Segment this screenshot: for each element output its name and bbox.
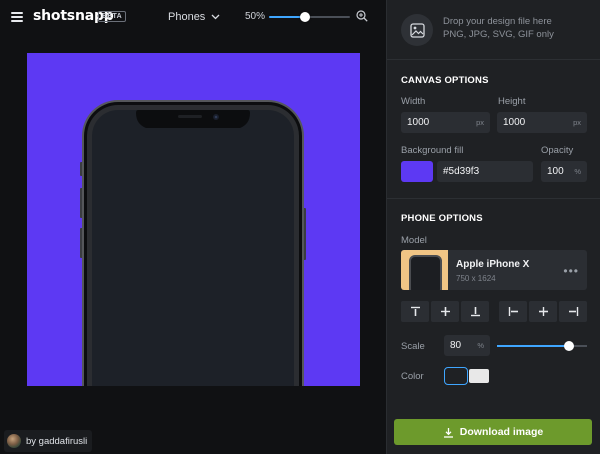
download-icon	[443, 427, 453, 438]
width-unit: px	[476, 118, 484, 127]
phone-model-selector[interactable]: Apple iPhone X 750 x 1624 •••	[401, 250, 587, 290]
align-middle-icon[interactable]	[431, 301, 459, 322]
download-button-label: Download image	[459, 426, 544, 438]
width-value: 1000	[407, 117, 430, 128]
download-button[interactable]: Download image	[394, 419, 592, 445]
align-top-icon[interactable]	[401, 301, 429, 322]
drop-zone-text: Drop your design file here PNG, JPG, SVG…	[443, 15, 554, 41]
zoom-in-icon[interactable]	[356, 10, 368, 22]
scale-label: Scale	[401, 341, 425, 352]
width-label: Width	[401, 96, 426, 107]
zoom-slider-handle[interactable]	[300, 12, 311, 22]
color-label: Color	[401, 371, 424, 382]
scale-slider-handle[interactable]	[564, 341, 574, 351]
chevron-down-icon	[211, 14, 220, 20]
opacity-unit: %	[574, 167, 581, 176]
menu-icon[interactable]	[11, 12, 23, 22]
top-toolbar: shotsnapp BETA Phones 50%	[0, 0, 386, 34]
phone-model-resolution: 750 x 1624	[456, 274, 496, 283]
opacity-value: 100	[547, 166, 564, 177]
width-input[interactable]: 1000 px	[401, 112, 490, 133]
design-canvas[interactable]	[27, 53, 360, 386]
canvas-options-title: CANVAS OPTIONS	[401, 75, 489, 86]
opacity-label: Opacity	[541, 145, 574, 156]
zoom-slider[interactable]	[269, 12, 350, 22]
device-category-dropdown[interactable]: Phones	[168, 11, 220, 23]
background-fill-label: Background fill	[401, 145, 464, 156]
model-label: Model	[401, 235, 427, 246]
background-color-value: #5d39f3	[443, 166, 480, 177]
image-icon	[401, 14, 433, 46]
align-right-icon[interactable]	[559, 301, 587, 322]
background-color-swatch[interactable]	[401, 161, 433, 182]
author-credit[interactable]: by gaddafirusli	[4, 430, 93, 452]
horizontal-align-group	[499, 301, 587, 322]
zoom-level-label: 50%	[245, 11, 266, 22]
section-divider	[387, 198, 600, 199]
device-category-label: Phones	[168, 11, 206, 23]
more-icon[interactable]: •••	[563, 264, 579, 278]
phone-model-name: Apple iPhone X	[456, 259, 530, 270]
scale-input[interactable]: 80 %	[444, 335, 490, 356]
vertical-align-group	[401, 301, 489, 322]
scale-slider[interactable]	[497, 341, 587, 351]
drop-zone-title: Drop your design file here	[443, 16, 552, 27]
scale-unit: %	[477, 341, 484, 350]
options-panel: Drop your design file here PNG, JPG, SVG…	[386, 0, 600, 454]
phone-model-thumbnail	[401, 250, 448, 290]
drop-zone-formats: PNG, JPG, SVG, GIF only	[443, 29, 554, 40]
background-color-input[interactable]: #5d39f3	[437, 161, 533, 182]
align-bottom-icon[interactable]	[461, 301, 489, 322]
height-input[interactable]: 1000 px	[497, 112, 587, 133]
author-credit-text: by gaddafirusli	[26, 435, 88, 447]
scale-value: 80	[450, 340, 462, 351]
beta-badge: BETA	[98, 11, 127, 22]
avatar	[7, 434, 21, 448]
height-label: Height	[498, 96, 526, 107]
file-drop-zone[interactable]: Drop your design file here PNG, JPG, SVG…	[387, 0, 600, 60]
iphone-x-mockup	[80, 100, 306, 386]
phone-color-silver[interactable]	[469, 369, 489, 383]
phone-color-black[interactable]	[444, 367, 468, 385]
scale-slider-fill	[497, 345, 569, 347]
height-unit: px	[573, 118, 581, 127]
align-center-icon[interactable]	[529, 301, 557, 322]
height-value: 1000	[503, 117, 526, 128]
opacity-input[interactable]: 100 %	[541, 161, 587, 182]
align-left-icon[interactable]	[499, 301, 527, 322]
phone-options-title: PHONE OPTIONS	[401, 213, 483, 224]
